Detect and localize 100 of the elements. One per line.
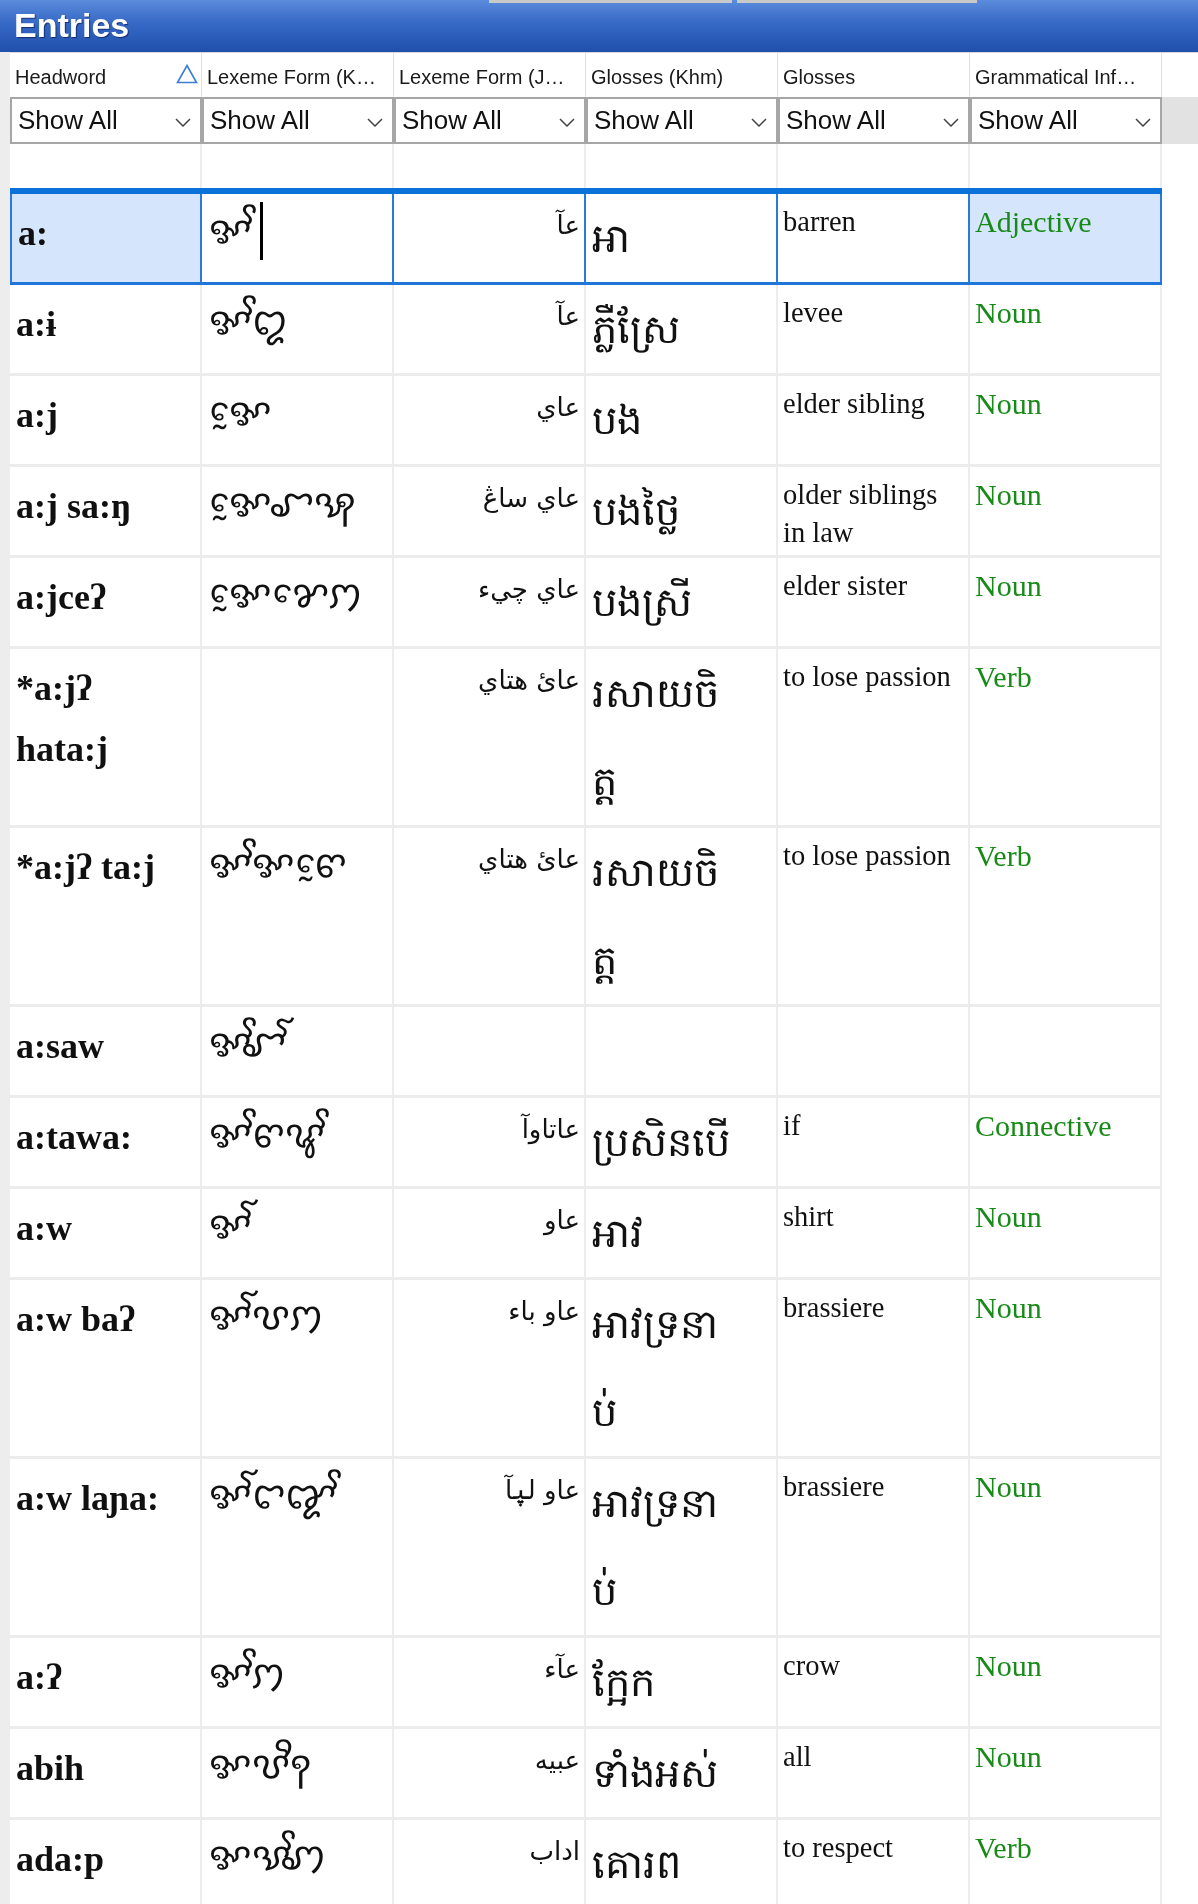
headword: abih: [16, 1747, 85, 1790]
panel-title: Entries: [14, 5, 130, 45]
english-gloss: crow: [783, 1649, 840, 1683]
headword: a:jceʔ: [16, 576, 106, 619]
part-of-speech: Connective: [975, 1108, 1112, 1144]
cham-lexeme-form: ꨀꨕꨩꩇ: [206, 1824, 333, 1888]
cham-lexeme-form: ꨀꨰꨧꩂ: [208, 480, 357, 529]
filter-dropdown[interactable]: Show All: [202, 97, 394, 144]
part-of-speech: Noun: [975, 1199, 1042, 1235]
jawi-lexeme-form: عآء: [544, 1652, 580, 1686]
cham-lexeme-form: ꨀꨩꨀꨓꨰ: [206, 832, 354, 896]
english-gloss: to respect: [783, 1831, 893, 1865]
headword: ada:p: [16, 1838, 105, 1881]
cham-lexeme-form: ꨀꨝꨪꩍ: [206, 1733, 318, 1797]
jawi-lexeme-form: عاي ساڠ: [482, 482, 580, 515]
part-of-speech: Noun: [975, 1739, 1042, 1775]
cham-lexeme-form: ꨀꨰꨌꨯꩀ: [208, 571, 363, 618]
headword: a:j: [16, 394, 58, 437]
chevron-down-icon: [367, 118, 383, 127]
khmer-gloss: អាវទ្រនាប់: [592, 1300, 719, 1437]
cham-lexeme-form: ꨀꨱꨝꩀ: [206, 1284, 330, 1348]
jawi-lexeme-form: عاو: [544, 1204, 580, 1238]
cham-lexeme-form: ꨀꨰ: [208, 389, 273, 436]
chevron-down-icon: [751, 118, 767, 127]
khmer-gloss: ប្រសិនបើ: [592, 1117, 730, 1168]
headword: a:j sa:ŋ: [16, 485, 131, 528]
headword: a:ʔ: [16, 1656, 62, 1699]
headword: *a:jʔ hata:j: [16, 667, 109, 771]
english-gloss: older siblings in law: [783, 478, 939, 550]
cham-lexeme-form: ꨀꨩꨧꨱ: [206, 1011, 293, 1075]
khmer-gloss: អាវ: [592, 1209, 643, 1258]
english-gloss: shirt: [783, 1200, 834, 1234]
part-of-speech: Noun: [975, 386, 1042, 422]
english-gloss: to lose passion: [783, 660, 951, 694]
filter-dropdown[interactable]: Show All: [394, 97, 586, 144]
jawi-lexeme-form: عآ: [556, 299, 580, 333]
part-of-speech: Noun: [975, 477, 1042, 513]
khmer-gloss: គោរព: [592, 1840, 681, 1889]
part-of-speech: Verb: [975, 838, 1032, 874]
jawi-lexeme-form: عائ هتاي: [478, 664, 580, 697]
jawi-lexeme-form: عاتاوآ: [521, 1112, 580, 1147]
jawi-lexeme-form: عاي چيء: [477, 573, 580, 606]
khmer-gloss: រសាយចិត្ត: [592, 668, 720, 807]
part-of-speech: Adjective: [975, 204, 1092, 240]
khmer-gloss: បងស្រី: [592, 577, 692, 628]
english-gloss: to lose passion: [783, 839, 951, 873]
part-of-speech: Noun: [975, 295, 1042, 331]
khmer-gloss: ភ្លឺស្រែ: [592, 303, 680, 355]
headword: a:saw: [16, 1025, 104, 1068]
part-of-speech: Noun: [975, 1648, 1042, 1684]
khmer-gloss: អាវទ្រនាប់: [592, 1479, 719, 1616]
part-of-speech: Verb: [975, 1830, 1032, 1866]
chevron-down-icon: [559, 118, 575, 127]
khmer-gloss: ទាំងអស់: [592, 1748, 718, 1798]
filter-dropdown[interactable]: Show All: [586, 97, 778, 144]
cham-lexeme-form: ꨀꨩꩀ: [206, 1642, 292, 1706]
khmer-gloss: បង: [592, 396, 642, 445]
jawi-lexeme-form: عآ: [556, 208, 580, 242]
filter-dropdown[interactable]: Show All: [778, 97, 970, 144]
headword: a:tawa:: [16, 1116, 132, 1159]
headword: a:: [18, 212, 48, 255]
english-gloss: barren: [783, 205, 856, 239]
english-gloss: levee: [783, 296, 844, 330]
headword: a:w laɲa:: [16, 1477, 159, 1520]
jawi-lexeme-form: عاي: [536, 391, 580, 424]
chevron-down-icon: [175, 118, 191, 127]
english-gloss: brassiere: [783, 1470, 885, 1504]
english-gloss: if: [783, 1109, 801, 1143]
chevron-down-icon: [943, 118, 959, 127]
cham-lexeme-form: ꨀꨱꨤꨑꨩ: [206, 1463, 343, 1527]
cham-lexeme-form: ꨀꨩꨓꨥꨩ: [206, 1102, 332, 1166]
text-cursor: [260, 202, 263, 260]
cham-lexeme-form: ꨀꨩꨁ: [206, 289, 295, 353]
part-of-speech: Noun: [975, 1469, 1042, 1505]
english-gloss: all: [783, 1740, 812, 1774]
english-gloss: brassiere: [783, 1291, 885, 1325]
cham-lexeme-form: ꨀꨩ: [206, 198, 259, 262]
headword: *a:jʔ ta:j: [16, 846, 155, 889]
part-of-speech: Noun: [975, 1290, 1042, 1326]
table-row[interactable]: a:saw ꨀꨩꨧꨱ: [10, 1007, 1162, 1098]
cham-lexeme-form: ꨀꨱ: [206, 1193, 259, 1257]
filter-dropdown[interactable]: Show All: [970, 97, 1162, 144]
chevron-down-icon: [1135, 118, 1151, 127]
khmer-gloss: បងថ្លៃ: [592, 486, 680, 537]
headword: a:w baʔ: [16, 1298, 135, 1341]
headword: a:ɨ: [16, 303, 56, 346]
part-of-speech: Noun: [975, 568, 1042, 604]
part-of-speech: Verb: [975, 659, 1032, 695]
filter-dropdown[interactable]: Show All: [10, 97, 202, 144]
headword: a:w: [16, 1207, 72, 1250]
english-gloss: elder sister: [783, 569, 908, 603]
jawi-lexeme-form: عبيه: [534, 1744, 580, 1777]
khmer-gloss: ក្អែក: [592, 1658, 655, 1708]
khmer-gloss: រសាយចិត្ត: [592, 847, 720, 986]
jawi-lexeme-form: اداب: [529, 1835, 580, 1868]
jawi-lexeme-form: عائ هتاي: [478, 843, 580, 876]
jawi-lexeme-form: عاو لۑآ: [504, 1473, 580, 1509]
jawi-lexeme-form: عاو باء: [508, 1295, 580, 1329]
khmer-gloss: អា: [592, 214, 630, 263]
english-gloss: elder sibling: [783, 387, 925, 421]
